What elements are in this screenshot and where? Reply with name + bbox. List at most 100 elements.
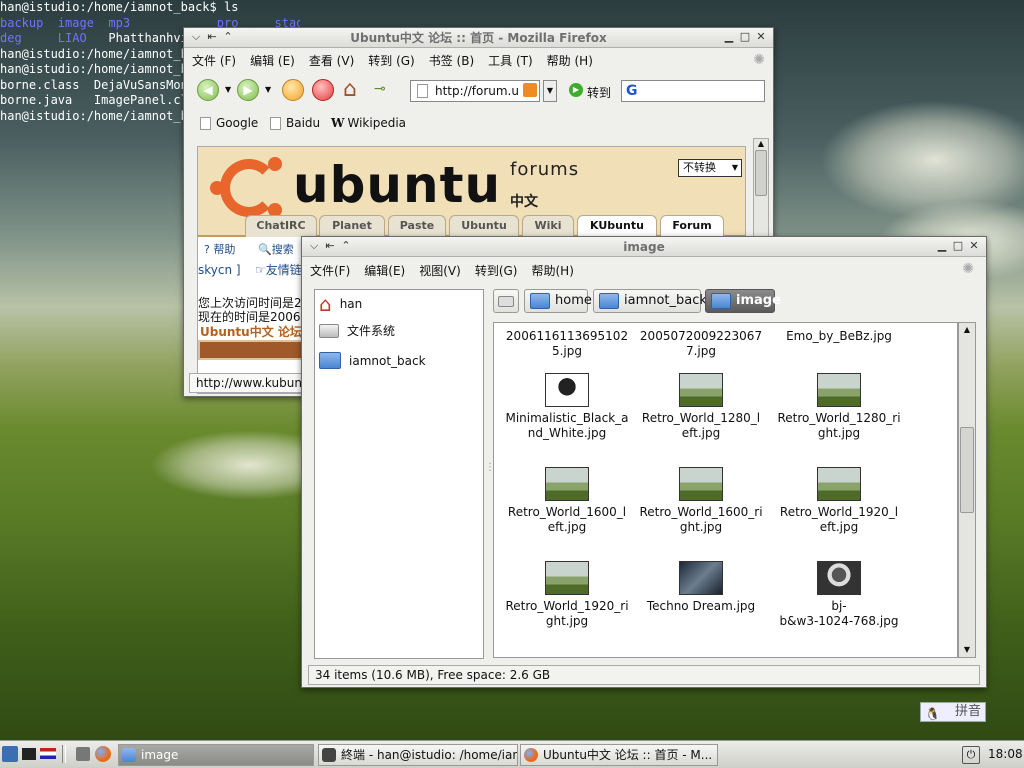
- scroll-down-icon[interactable]: ▼: [959, 643, 975, 657]
- menu-tools[interactable]: 工具 (T): [488, 52, 533, 69]
- menu-help[interactable]: 帮助(H): [531, 262, 573, 279]
- path-crumb-iamnot-back[interactable]: iamnot_back: [593, 289, 707, 313]
- convert-select[interactable]: 不转换 ▼: [678, 159, 742, 177]
- menu-help[interactable]: 帮助 (H): [547, 52, 593, 69]
- menu-bookmarks[interactable]: 书签 (B): [429, 52, 474, 69]
- file-item[interactable]: 2005072009223067 7.jpg: [636, 329, 766, 359]
- google-icon[interactable]: G: [626, 83, 638, 99]
- menu-edit[interactable]: 编辑(E): [364, 262, 405, 279]
- tab-wiki[interactable]: Wiki: [522, 215, 574, 237]
- folder-icon: [122, 748, 136, 762]
- path-toggle-button[interactable]: [493, 289, 519, 313]
- search-link[interactable]: 🔍搜索: [258, 241, 294, 257]
- menu-go[interactable]: 转到(G): [475, 262, 518, 279]
- file-item[interactable]: Emo_by_BeBz.jpg: [774, 329, 904, 344]
- file-item[interactable]: Retro_World_1280_l eft.jpg: [636, 373, 766, 441]
- tab-planet[interactable]: Planet: [319, 215, 385, 237]
- taskbar-item-image[interactable]: image: [118, 744, 314, 766]
- bookmark-google[interactable]: Google: [200, 116, 258, 130]
- url-input[interactable]: http://forum.u: [410, 80, 540, 102]
- file-item[interactable]: Retro_World_1920_ri ght.jpg: [502, 561, 632, 629]
- forum-title-link[interactable]: Ubuntu中文 论坛: [200, 323, 302, 340]
- scroll-up-icon[interactable]: ▲: [959, 323, 975, 337]
- file-icon-view[interactable]: 2006116113695102 5.jpg 2005072009223067 7…: [493, 322, 958, 658]
- stop-button[interactable]: [312, 79, 334, 101]
- back-button[interactable]: ◀: [197, 79, 219, 101]
- clock[interactable]: 18:08: [988, 747, 1023, 761]
- places-sidebar[interactable]: ⌂ han 文件系统 iamnot_back: [314, 289, 484, 659]
- close-icon[interactable]: ✕: [968, 240, 980, 252]
- file-item[interactable]: 2006116113695102 5.jpg: [502, 329, 632, 359]
- terminal-text: han@istudio:/home/iamnot_back$ ls: [0, 0, 239, 14]
- place-filesystem[interactable]: 文件系统: [319, 322, 395, 339]
- power-icon[interactable]: ⏻: [962, 746, 980, 764]
- scroll-thumb[interactable]: [960, 427, 974, 513]
- go-icon[interactable]: ▶: [569, 83, 583, 97]
- files-launcher-icon[interactable]: [76, 747, 90, 761]
- taskbar-item-terminal[interactable]: 終端 - han@istudio: /home/iamnot_back: [318, 744, 518, 766]
- file-manager-window[interactable]: ⌵ ⇤ ⌃ image ▁ □ ✕ 文件(F) 编辑(E) 视图(V) 转到(G) 帮助…: [301, 236, 987, 688]
- tab-kubuntu[interactable]: KUbuntu: [577, 215, 657, 237]
- file-item[interactable]: Retro_World_1280_ri ght.jpg: [774, 373, 904, 441]
- menu-file[interactable]: 文件 (F): [192, 52, 236, 69]
- firefox-titlebar[interactable]: ⌵ ⇤ ⌃ Ubuntu中文 论坛 :: 首页 - Mozilla Firefox …: [184, 28, 773, 48]
- file-item[interactable]: Minimalistic_Black_a nd_White.jpg: [502, 373, 632, 441]
- file-item[interactable]: Techno Dream.jpg: [636, 561, 766, 614]
- maximize-icon[interactable]: □: [739, 31, 751, 43]
- path-crumb-image[interactable]: image: [705, 289, 781, 313]
- input-method-indicator[interactable]: 🐧 拼音: [920, 702, 986, 722]
- tab-chatirc[interactable]: ChatIRC: [245, 215, 317, 237]
- friends-link[interactable]: ☞友情链: [255, 261, 302, 278]
- main-menu-icon[interactable]: [2, 746, 18, 762]
- rss-icon[interactable]: [523, 83, 537, 97]
- shade-icon[interactable]: ⇤: [324, 240, 336, 252]
- minimize-icon[interactable]: ▁: [723, 31, 735, 43]
- skycn-link[interactable]: skycn ]: [198, 263, 241, 277]
- scroll-up-icon[interactable]: ▲: [754, 139, 768, 148]
- bookmark-wikipedia[interactable]: W Wikipedia: [331, 116, 406, 130]
- reload-button[interactable]: [282, 79, 304, 101]
- path-crumb-home[interactable]: home: [524, 289, 592, 313]
- home-icon[interactable]: ⌂: [343, 77, 357, 102]
- file-item[interactable]: Retro_World_1600_l eft.jpg: [502, 467, 632, 535]
- url-dropdown-button[interactable]: ▼: [543, 80, 557, 102]
- go-button[interactable]: 转到: [587, 84, 611, 101]
- flag-icon[interactable]: [40, 748, 56, 759]
- taskbar-item-firefox[interactable]: Ubuntu中文 论坛 :: 首页 - M...: [520, 744, 718, 766]
- shade-icon[interactable]: ⇤: [206, 31, 218, 43]
- file-item[interactable]: Retro_World_1920_l eft.jpg: [774, 467, 904, 535]
- firefox-menubar: 文件 (F) 编辑 (E) 查看 (V) 转到 (G) 书签 (B) 工具 (T…: [184, 48, 773, 72]
- firefox-launcher-icon[interactable]: [95, 746, 111, 762]
- chevron-down-icon[interactable]: ▼: [265, 85, 271, 94]
- raise-icon[interactable]: ⌃: [340, 240, 352, 252]
- menu-go[interactable]: 转到 (G): [368, 52, 414, 69]
- forward-button[interactable]: ▶: [237, 79, 259, 101]
- minimize-icon[interactable]: ▁: [936, 240, 948, 252]
- menu-edit[interactable]: 编辑 (E): [250, 52, 295, 69]
- status-bar: http://www.kubun: [189, 373, 303, 393]
- tab-ubuntu[interactable]: Ubuntu: [449, 215, 519, 237]
- link-icon[interactable]: ⊸: [374, 81, 386, 97]
- place-home[interactable]: ⌂ han: [319, 294, 362, 314]
- bookmark-baidu[interactable]: Baidu: [270, 116, 320, 130]
- close-icon[interactable]: ✕: [755, 31, 767, 43]
- tab-paste[interactable]: Paste: [388, 215, 446, 237]
- vertical-scrollbar[interactable]: ▲ ▼: [958, 322, 976, 658]
- window-menu-icon[interactable]: ⌵: [190, 31, 202, 43]
- help-link[interactable]: ? 帮助: [204, 241, 235, 257]
- place-iamnot-back[interactable]: iamnot_back: [319, 352, 426, 369]
- menu-view[interactable]: 视图(V): [419, 262, 461, 279]
- menu-view[interactable]: 查看 (V): [309, 52, 354, 69]
- maximize-icon[interactable]: □: [952, 240, 964, 252]
- file-manager-titlebar[interactable]: ⌵ ⇤ ⌃ image ▁ □ ✕: [302, 237, 986, 257]
- menu-file[interactable]: 文件(F): [310, 262, 350, 279]
- terminal-launcher-icon[interactable]: [22, 748, 36, 760]
- search-input[interactable]: G: [621, 80, 765, 102]
- tab-forum[interactable]: Forum: [660, 215, 724, 237]
- file-item[interactable]: Retro_World_1600_ri ght.jpg: [636, 467, 766, 535]
- raise-icon[interactable]: ⌃: [222, 31, 234, 43]
- scroll-thumb[interactable]: [755, 150, 767, 196]
- chevron-down-icon[interactable]: ▼: [225, 85, 231, 94]
- file-item[interactable]: bj- b&w3-1024-768.jpg: [774, 561, 904, 629]
- window-menu-icon[interactable]: ⌵: [308, 240, 320, 252]
